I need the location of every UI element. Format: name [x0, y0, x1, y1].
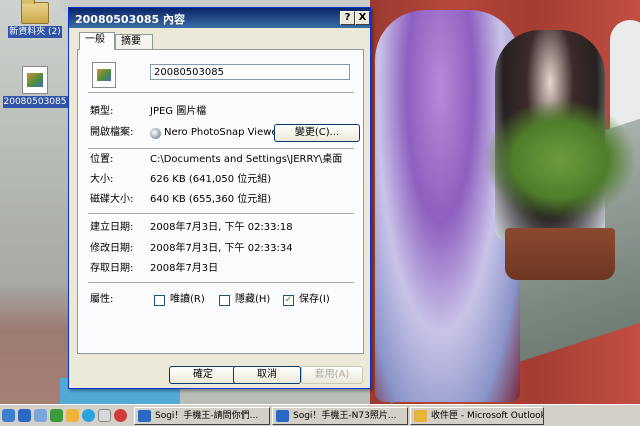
location-value: C:\Documents and Settings\JERRY\桌面 — [150, 154, 343, 165]
archive-label[interactable]: 保存(I) — [299, 294, 330, 306]
show-desktop-icon[interactable] — [2, 409, 15, 422]
taskbar: Sogi！手機王-請問你們... Sogi！手機王-N73照片... 收件匣 -… — [0, 404, 640, 426]
created-label: 建立日期: — [90, 222, 134, 233]
nero-photosnap-icon — [150, 128, 161, 139]
close-button[interactable]: X — [355, 11, 370, 25]
desktop-icon-label: 20080503085 — [2, 96, 68, 108]
readonly-label[interactable]: 唯讀(R) — [170, 294, 205, 306]
size-label: 大小: — [90, 174, 114, 185]
size-on-disk-value: 640 KB (655,360 位元組) — [150, 194, 272, 205]
archive-checkbox[interactable]: ✓ — [283, 295, 294, 306]
desktop-icon-image-file[interactable]: 20080503085 — [2, 66, 68, 108]
attributes-label: 屬性: — [90, 294, 114, 305]
taskbar-button-outlook[interactable]: 收件匣 - Microsoft Outlook — [410, 407, 544, 425]
image-file-icon — [22, 66, 48, 94]
taskbar-button-label: 收件匣 - Microsoft Outlook — [431, 411, 544, 421]
ie-icon — [276, 410, 289, 422]
tab-general[interactable]: 一般 — [79, 32, 115, 50]
desktop-icon-label: 新資料夾 (2) — [8, 26, 62, 38]
modified-label: 修改日期: — [90, 243, 134, 254]
type-label: 類型: — [90, 106, 114, 117]
desktop-icon-new-folder[interactable]: 新資料夾 (2) — [2, 0, 68, 38]
ie-icon — [138, 410, 151, 422]
dialog-title: 20080503085 內容 — [75, 13, 186, 26]
opens-with-value: Nero PhotoSnap Viewer — [164, 127, 282, 138]
taskbar-button-sogi-2[interactable]: Sogi！手機王-N73照片... — [272, 407, 408, 425]
opens-with-label: 開啟檔案: — [90, 127, 134, 138]
messenger-icon[interactable] — [50, 409, 63, 422]
cancel-button[interactable]: 取消 — [233, 366, 301, 384]
file-name-input[interactable] — [150, 64, 350, 80]
divider — [88, 213, 354, 215]
general-panel: 類型: JPEG 圖片檔 開啟檔案: Nero PhotoSnap Viewer… — [77, 49, 364, 354]
hidden-checkbox[interactable] — [219, 295, 230, 306]
size-value: 626 KB (641,050 位元組) — [150, 174, 272, 185]
ok-button[interactable]: 確定 — [169, 366, 237, 384]
help-button[interactable]: ? — [340, 11, 355, 25]
outlook-icon — [414, 410, 427, 422]
divider — [88, 148, 354, 150]
hidden-label[interactable]: 隱藏(H) — [235, 294, 270, 306]
taskbar-button-label: Sogi！手機王-請問你們... — [155, 411, 259, 421]
taskbar-button-label: Sogi！手機王-N73照片... — [293, 411, 397, 421]
jpeg-file-icon — [92, 62, 116, 88]
network-icon[interactable] — [34, 409, 47, 422]
created-value: 2008年7月3日, 下午 02:33:18 — [150, 222, 293, 233]
media-icon[interactable] — [114, 409, 127, 422]
accessed-value: 2008年7月3日 — [150, 263, 219, 274]
tab-summary[interactable]: 摘要 — [115, 34, 153, 49]
size-on-disk-label: 磁碟大小: — [90, 194, 134, 205]
readonly-checkbox[interactable] — [154, 295, 165, 306]
type-value: JPEG 圖片檔 — [150, 106, 207, 117]
app-icon[interactable] — [98, 409, 111, 422]
apply-button[interactable]: 套用(A) — [301, 366, 363, 384]
folder-icon — [21, 0, 49, 24]
accessed-label: 存取日期: — [90, 263, 134, 274]
location-label: 位置: — [90, 154, 114, 165]
dialog-titlebar[interactable]: 20080503085 內容 ? X — [69, 8, 370, 28]
change-button[interactable]: 變更(C)... — [274, 124, 360, 142]
divider — [88, 92, 354, 94]
taskbar-button-sogi-1[interactable]: Sogi！手機王-請問你們... — [134, 407, 270, 425]
skype-icon[interactable] — [82, 409, 95, 422]
modified-value: 2008年7月3日, 下午 02:33:34 — [150, 243, 293, 254]
properties-dialog: 20080503085 內容 ? X 一般 摘要 類型: JPEG 圖片檔 開啟… — [68, 7, 371, 389]
browser-icon[interactable] — [66, 409, 79, 422]
ie-quicklaunch-icon[interactable] — [18, 409, 31, 422]
divider — [88, 282, 354, 284]
